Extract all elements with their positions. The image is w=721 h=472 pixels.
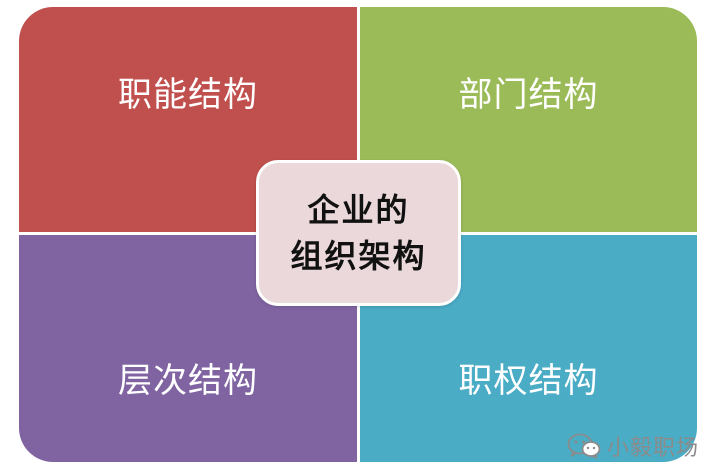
quadrant-label-department: 部门结构 <box>458 75 599 115</box>
watermark: 小毅职场 <box>567 430 699 462</box>
wechat-icon <box>567 433 601 459</box>
center-title-line-2: 组织架构 <box>290 237 427 275</box>
quadrant-label-authority: 职权结构 <box>458 361 599 401</box>
watermark-text: 小毅职场 <box>606 436 699 461</box>
quadrant-label-hierarchy: 层次结构 <box>118 361 258 401</box>
center-title-box: 企业的 组织架构 <box>256 160 461 306</box>
center-title-line-1: 企业的 <box>307 191 410 229</box>
quadrant-label-functional: 职能结构 <box>118 75 258 115</box>
